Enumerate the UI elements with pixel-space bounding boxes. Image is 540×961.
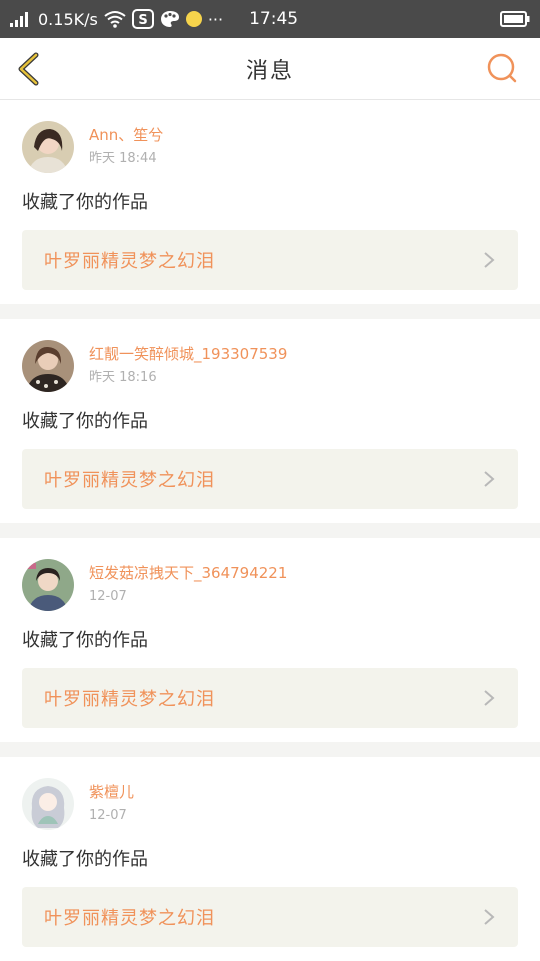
message-text: 收藏了你的作品 bbox=[22, 411, 148, 432]
user-row: 紫檀儿 12-07 bbox=[22, 757, 518, 851]
palette-icon bbox=[160, 10, 180, 28]
yellow-dot-icon bbox=[185, 11, 202, 27]
work-title: 叶罗丽精灵梦之幻泪 bbox=[44, 251, 215, 272]
status-right bbox=[500, 11, 530, 27]
message-time: 昨天 18:16 bbox=[89, 370, 157, 385]
wifi-icon bbox=[104, 10, 126, 28]
work-title: 叶罗丽精灵梦之幻泪 bbox=[44, 908, 215, 929]
message-card: Ann、笙兮 昨天 18:44 收藏了你的作品 叶罗丽精灵梦之幻泪 bbox=[0, 100, 540, 304]
work-link[interactable]: 叶罗丽精灵梦之幻泪 bbox=[22, 887, 518, 947]
back-button[interactable] bbox=[14, 52, 48, 86]
work-title: 叶罗丽精灵梦之幻泪 bbox=[44, 470, 215, 491]
message-time: 12-07 bbox=[89, 589, 127, 604]
work-link[interactable]: 叶罗丽精灵梦之幻泪 bbox=[22, 668, 518, 728]
page-title: 消息 bbox=[245, 58, 294, 84]
net-speed: 0.15K/s bbox=[38, 9, 98, 29]
message-card: 紫檀儿 12-07 收藏了你的作品 叶罗丽精灵梦之幻泪 bbox=[0, 757, 540, 961]
message-card: 红靓一笑醉倾城_193307539 昨天 18:16 收藏了你的作品 叶罗丽精灵… bbox=[0, 319, 540, 523]
status-left: 0.15K/s S ··· 17:45 bbox=[10, 9, 298, 29]
status-bar: 0.15K/s S ··· 17:45 bbox=[0, 0, 540, 38]
avatar[interactable] bbox=[22, 121, 74, 173]
user-info: 紫檀儿 12-07 bbox=[89, 781, 134, 827]
message-time: 12-07 bbox=[89, 808, 127, 823]
page-header: 消息 bbox=[0, 38, 540, 100]
notification-more: ··· bbox=[207, 9, 224, 29]
message-time: 昨天 18:44 bbox=[89, 151, 157, 166]
work-link[interactable]: 叶罗丽精灵梦之幻泪 bbox=[22, 449, 518, 509]
avatar[interactable] bbox=[22, 340, 74, 392]
avatar[interactable] bbox=[22, 778, 74, 830]
user-row: 短发菇凉拽天下_364794221 12-07 bbox=[22, 538, 518, 632]
status-time: 17:45 bbox=[249, 9, 299, 29]
work-link[interactable]: 叶罗丽精灵梦之幻泪 bbox=[22, 230, 518, 290]
message-text: 收藏了你的作品 bbox=[22, 849, 148, 870]
user-row: 红靓一笑醉倾城_193307539 昨天 18:16 bbox=[22, 319, 518, 413]
chevron-right-icon bbox=[484, 690, 495, 706]
s-app-icon: S bbox=[131, 9, 154, 29]
message-text: 收藏了你的作品 bbox=[22, 192, 148, 213]
chevron-right-icon bbox=[484, 471, 495, 487]
message-text: 收藏了你的作品 bbox=[22, 630, 148, 651]
signal-icon bbox=[10, 11, 32, 27]
chevron-right-icon bbox=[484, 252, 495, 268]
user-info: 红靓一笑醉倾城_193307539 昨天 18:16 bbox=[89, 343, 287, 389]
avatar[interactable] bbox=[22, 559, 74, 611]
battery-icon bbox=[500, 11, 530, 27]
user-name[interactable]: 紫檀儿 bbox=[89, 781, 134, 803]
search-icon bbox=[487, 53, 517, 83]
user-info: 短发菇凉拽天下_364794221 12-07 bbox=[89, 562, 287, 608]
message-card: 短发菇凉拽天下_364794221 12-07 收藏了你的作品 叶罗丽精灵梦之幻… bbox=[0, 538, 540, 742]
message-list: Ann、笙兮 昨天 18:44 收藏了你的作品 叶罗丽精灵梦之幻泪 红靓一笑醉倾… bbox=[0, 100, 540, 961]
user-info: Ann、笙兮 昨天 18:44 bbox=[89, 124, 163, 170]
user-name[interactable]: 短发菇凉拽天下_364794221 bbox=[89, 562, 287, 584]
user-row: Ann、笙兮 昨天 18:44 bbox=[22, 100, 518, 194]
user-name[interactable]: 红靓一笑醉倾城_193307539 bbox=[89, 343, 287, 365]
svg-text:S: S bbox=[138, 13, 147, 28]
user-name[interactable]: Ann、笙兮 bbox=[89, 124, 163, 146]
work-title: 叶罗丽精灵梦之幻泪 bbox=[44, 689, 215, 710]
search-button[interactable] bbox=[486, 52, 518, 84]
chevron-right-icon bbox=[484, 909, 495, 925]
chevron-left-icon bbox=[18, 52, 39, 86]
